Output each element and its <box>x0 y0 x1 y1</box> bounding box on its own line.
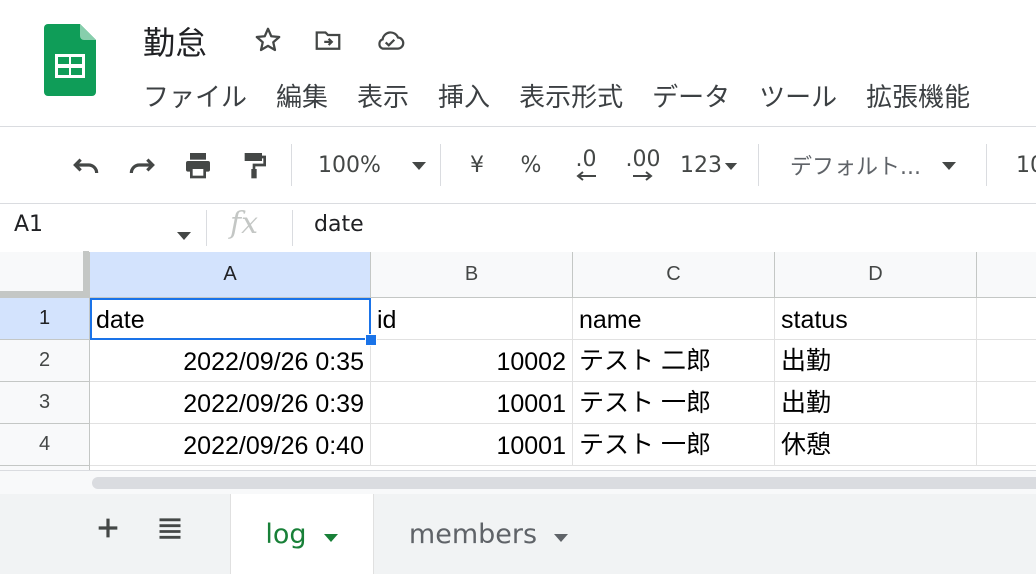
formula-input[interactable]: date <box>314 212 364 237</box>
paint-format-icon[interactable] <box>234 147 274 183</box>
chevron-down-icon <box>411 156 427 175</box>
redo-icon[interactable] <box>122 147 162 183</box>
number-format-select[interactable]: 123 <box>676 147 742 183</box>
cell-c3[interactable]: テスト 一郎 <box>573 382 775 424</box>
sheet-tab-label: members <box>408 518 538 550</box>
row-header-2[interactable]: 2 <box>0 340 90 382</box>
move-folder-icon[interactable] <box>312 24 344 56</box>
formula-bar: A1 fx date <box>0 203 1036 253</box>
font-family-select[interactable]: デフォルト... <box>790 147 970 183</box>
cell-b2[interactable]: 10002 <box>371 340 573 382</box>
currency-format-button[interactable]: ¥ <box>462 147 492 183</box>
toolbar-separator <box>440 144 441 186</box>
row-header-4[interactable]: 4 <box>0 424 90 466</box>
menu-file[interactable]: ファイル <box>143 80 247 116</box>
cell-d3[interactable]: 出勤 <box>775 382 977 424</box>
select-all-corner[interactable] <box>0 251 90 298</box>
chevron-down-icon <box>724 156 738 175</box>
spreadsheet-grid: A B C D 1 2 3 4 date id name status 2022… <box>0 251 1036 470</box>
menu-format[interactable]: 表示形式 <box>519 80 623 116</box>
formula-separator <box>206 210 207 246</box>
increase-decimal-label: .00 <box>625 147 661 172</box>
cell-c1[interactable]: name <box>573 298 775 340</box>
arrow-left-icon <box>576 171 596 181</box>
cell-e1[interactable] <box>977 298 1036 340</box>
number-format-label: 123 <box>680 152 722 178</box>
menu-extensions[interactable]: 拡張機能 <box>866 80 970 116</box>
cell-d4[interactable]: 休憩 <box>775 424 977 466</box>
sheet-tab-bar: log members <box>0 494 1036 574</box>
caret-down-icon[interactable] <box>323 519 339 550</box>
menu-tools[interactable]: ツール <box>759 80 837 116</box>
document-title[interactable]: 勤怠 <box>143 18 207 64</box>
cell-a2[interactable]: 2022/09/26 0:35 <box>90 340 371 382</box>
chevron-down-icon[interactable] <box>176 226 192 245</box>
toolbar: 100% ¥ % .0 .00 123 デフォルト... 10 <box>0 127 1036 203</box>
font-family-value: デフォルト... <box>790 155 921 180</box>
menu-view[interactable]: 表示 <box>357 80 409 116</box>
row-header-1[interactable]: 1 <box>0 298 90 340</box>
sheet-tab-members[interactable]: members <box>378 494 600 574</box>
cell-b3[interactable]: 10001 <box>371 382 573 424</box>
column-header-c[interactable]: C <box>573 252 775 298</box>
percent-format-button[interactable]: % <box>516 147 546 183</box>
sheets-logo-icon[interactable] <box>44 24 96 96</box>
cell-c4[interactable]: テスト 一郎 <box>573 424 775 466</box>
cell-a4[interactable]: 2022/09/26 0:40 <box>90 424 371 466</box>
all-sheets-menu-icon[interactable] <box>156 514 184 542</box>
column-header-e[interactable] <box>977 252 1036 298</box>
zoom-value: 100% <box>318 152 381 178</box>
cell-c2[interactable]: テスト 二郎 <box>573 340 775 382</box>
cell-d2[interactable]: 出勤 <box>775 340 977 382</box>
formula-separator <box>292 210 293 246</box>
cell-d1[interactable]: status <box>775 298 977 340</box>
column-header-b[interactable]: B <box>371 252 573 298</box>
cell-a1[interactable]: date <box>90 298 371 340</box>
chevron-down-icon <box>941 156 957 175</box>
cell-b1[interactable]: id <box>371 298 573 340</box>
column-header-d[interactable]: D <box>775 252 977 298</box>
decrease-decimal-button[interactable]: .0 <box>566 147 606 183</box>
cell-b4[interactable]: 10001 <box>371 424 573 466</box>
caret-down-icon[interactable] <box>553 519 569 550</box>
scrollbar-thumb[interactable] <box>92 477 1036 489</box>
menu-insert[interactable]: 挿入 <box>438 80 490 116</box>
menu-edit[interactable]: 編集 <box>276 80 328 116</box>
cell-a3[interactable]: 2022/09/26 0:39 <box>90 382 371 424</box>
menu-data[interactable]: データ <box>652 80 730 116</box>
currency-label: ¥ <box>470 152 484 178</box>
zoom-select[interactable]: 100% <box>318 147 430 183</box>
sheet-tab-label: log <box>265 518 307 550</box>
name-box[interactable]: A1 <box>14 212 43 237</box>
add-sheet-icon[interactable] <box>92 512 124 544</box>
percent-label: % <box>520 152 542 178</box>
cell-e3[interactable] <box>977 382 1036 424</box>
decrease-decimal-label: .0 <box>575 147 597 172</box>
menu-bar: ファイル 編集 表示 挿入 表示形式 データ ツール 拡張機能 <box>143 80 999 116</box>
toolbar-separator <box>758 144 759 186</box>
undo-icon[interactable] <box>66 147 106 183</box>
cell-e4[interactable] <box>977 424 1036 466</box>
print-icon[interactable] <box>178 147 218 183</box>
arrow-right-icon <box>633 171 653 181</box>
toolbar-separator <box>291 144 292 186</box>
increase-decimal-button[interactable]: .00 <box>620 147 666 183</box>
star-icon[interactable] <box>252 24 284 56</box>
row-header-3[interactable]: 3 <box>0 382 90 424</box>
sheet-tab-log[interactable]: log <box>230 494 374 574</box>
toolbar-separator <box>986 144 987 186</box>
font-size-value: 10 <box>1016 152 1036 178</box>
fx-icon: fx <box>230 206 259 241</box>
cell-e2[interactable] <box>977 340 1036 382</box>
cloud-saved-icon[interactable] <box>374 24 406 56</box>
horizontal-scrollbar[interactable] <box>0 470 1036 495</box>
column-header-a[interactable]: A <box>90 252 371 298</box>
font-size-select[interactable]: 10 <box>1016 147 1036 183</box>
fill-handle[interactable] <box>365 334 377 346</box>
